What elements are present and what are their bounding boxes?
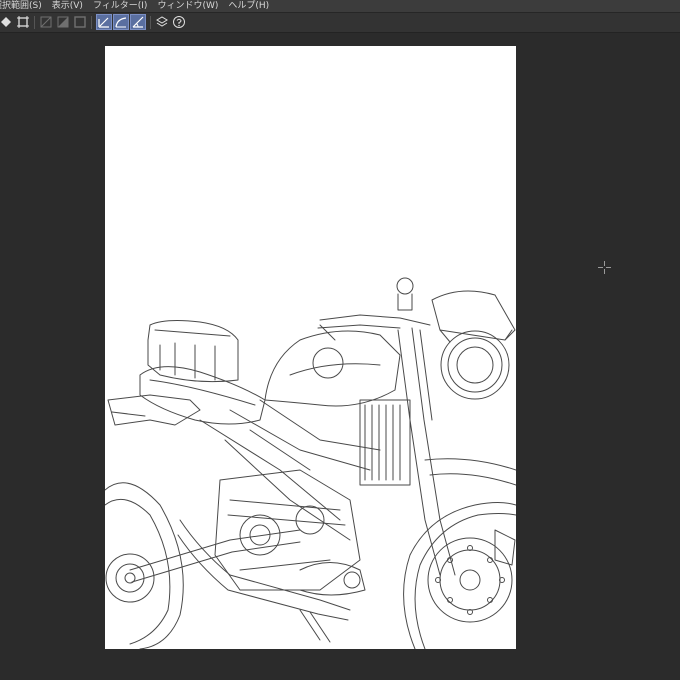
menu-item-selection[interactable]: 選択範囲(S): [0, 0, 52, 12]
layer-icon: [156, 16, 168, 27]
toolbar-separator: [91, 16, 92, 29]
toolbar-separator: [34, 16, 35, 29]
toolbar-separator: [150, 16, 151, 29]
command-bar: [0, 13, 680, 33]
crosshair-cursor-icon: [598, 261, 611, 274]
angle-correct-icon: [132, 16, 144, 28]
curve-correct-icon: [115, 17, 127, 28]
help-icon: [173, 16, 185, 28]
line-correct-button[interactable]: [96, 14, 112, 30]
line-correct-icon: [98, 17, 109, 28]
square-button[interactable]: [72, 14, 88, 30]
fill-icon: [1, 17, 11, 27]
curve-correct-button[interactable]: [113, 14, 129, 30]
motorcycle-lineart: [104, 277, 517, 650]
menu-item-filter[interactable]: フィルター(I): [93, 0, 158, 12]
layer-button[interactable]: [154, 14, 170, 30]
transform-icon: [17, 16, 29, 28]
angle-correct-button[interactable]: [130, 14, 146, 30]
menu-item-view[interactable]: 表示(V): [52, 0, 93, 12]
drawing-canvas[interactable]: [104, 46, 517, 650]
menu-bar: 選択範囲(S) 表示(V) フィルター(I) ウィンドウ(W) ヘルプ(H): [0, 0, 680, 13]
menu-item-help[interactable]: ヘルプ(H): [228, 0, 279, 12]
square-icon: [74, 16, 86, 28]
fill-selection-icon: [57, 16, 69, 28]
transform-button[interactable]: [15, 14, 31, 30]
help-button[interactable]: [171, 14, 187, 30]
fill-selection-button[interactable]: [55, 14, 71, 30]
clear-outside-button[interactable]: [38, 14, 54, 30]
fill-button[interactable]: [0, 14, 14, 30]
menu-item-window[interactable]: ウィンドウ(W): [157, 0, 228, 12]
clear-outside-icon: [40, 16, 52, 28]
